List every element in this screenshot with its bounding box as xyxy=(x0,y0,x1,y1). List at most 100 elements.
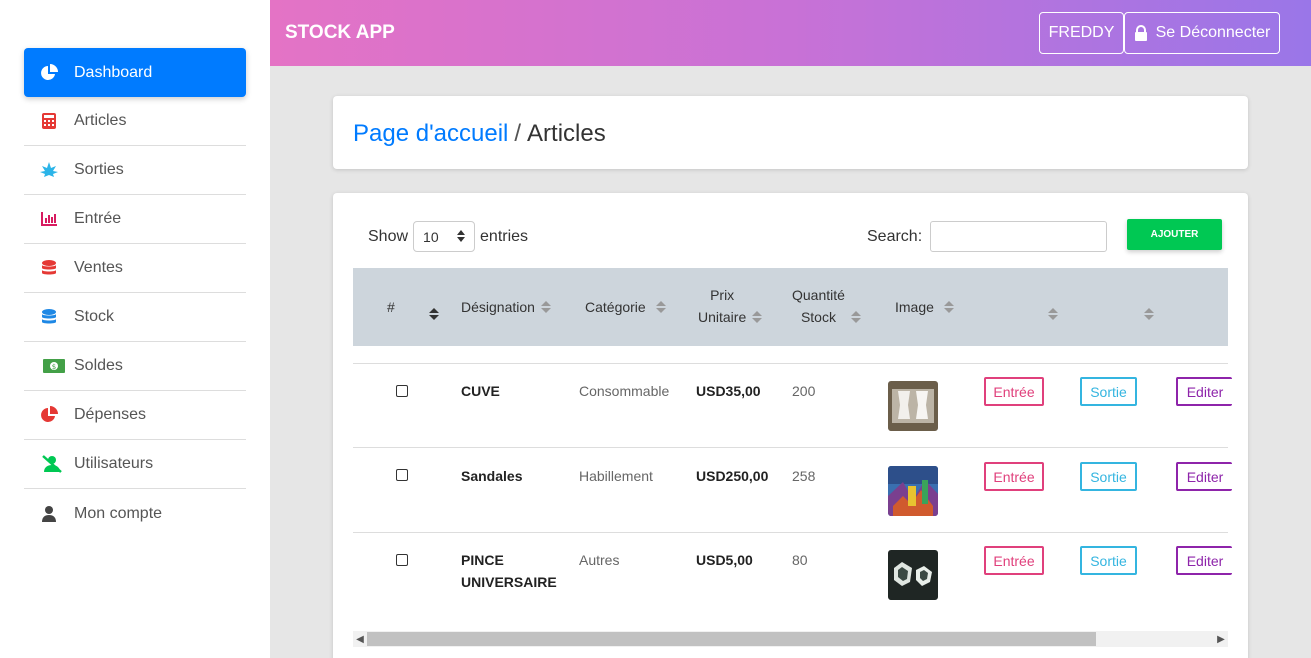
sort-icon xyxy=(752,311,763,323)
entries-value: 10 xyxy=(423,228,439,245)
user-icon xyxy=(24,505,74,522)
article-image xyxy=(888,466,938,516)
table-row: CUVE Consommable USD35,00 200 Entrée Sor… xyxy=(353,364,1232,448)
column-header-entree-action[interactable] xyxy=(1042,308,1058,320)
designation-cell: Sandales xyxy=(461,468,523,484)
row-checkbox[interactable] xyxy=(396,385,408,397)
sidebar-item-label: Dépenses xyxy=(74,406,147,423)
pie-chart-icon xyxy=(24,406,74,424)
editer-button[interactable]: Editer xyxy=(1176,377,1232,406)
entries-select[interactable]: 10 xyxy=(413,221,476,252)
articles-table-card: Show 10 entries Search: AJOUTER # Désign… xyxy=(333,193,1248,658)
show-label: Show xyxy=(368,227,409,245)
top-header: STOCK APP FREDDY Se Déconnecter xyxy=(270,0,1311,66)
editer-button[interactable]: Editer xyxy=(1176,546,1232,575)
quantite-cell: 80 xyxy=(792,552,808,568)
sidebar-item-label: Utilisateurs xyxy=(74,455,154,472)
sortie-button[interactable]: Sortie xyxy=(1080,377,1137,406)
sort-icon xyxy=(1048,308,1058,320)
calculator-icon xyxy=(24,113,74,129)
quantite-cell: 200 xyxy=(792,383,816,399)
prix-cell: USD5,00 xyxy=(696,552,753,568)
sidebar-item-articles[interactable]: Articles xyxy=(24,97,246,146)
column-header-number[interactable]: # xyxy=(387,296,395,318)
bar-chart-icon xyxy=(24,212,74,226)
breadcrumb-home-link[interactable]: Page d'accueil xyxy=(353,120,508,147)
categorie-cell: Habillement xyxy=(579,468,653,484)
entries-label: entries xyxy=(480,227,529,245)
lock-icon xyxy=(1134,25,1148,41)
sidebar-item-stock[interactable]: Stock xyxy=(24,293,246,342)
quantite-cell: 258 xyxy=(792,468,816,484)
user-label: FREDDY xyxy=(1048,24,1115,41)
editer-button[interactable]: Editer xyxy=(1176,462,1232,491)
database-icon xyxy=(24,309,74,325)
breadcrumb-separator: / xyxy=(514,120,522,147)
row-checkbox[interactable] xyxy=(396,469,408,481)
user-slash-icon xyxy=(24,455,74,473)
prix-cell: USD35,00 xyxy=(696,383,761,399)
entree-button[interactable]: Entrée xyxy=(984,377,1044,406)
sidebar-item-entree[interactable]: Entrée xyxy=(24,195,246,244)
column-header-quantite-stock[interactable]: Quantité Stock xyxy=(792,284,861,328)
column-header-categorie[interactable]: Catégorie xyxy=(585,296,666,318)
search-label: Search: xyxy=(867,227,923,245)
column-header-image[interactable]: Image xyxy=(895,296,954,318)
sort-icon xyxy=(655,301,666,313)
row-checkbox[interactable] xyxy=(396,554,408,566)
sidebar-nav: Dashboard Articles Sorties Entrée Ventes xyxy=(24,48,246,538)
entree-button[interactable]: Entrée xyxy=(984,462,1044,491)
add-article-button[interactable]: AJOUTER xyxy=(1127,219,1222,250)
table-header: # Désignation Catégorie Prix Unitaire Qu… xyxy=(353,268,1228,346)
user-button[interactable]: FREDDY xyxy=(1039,12,1124,54)
sidebar-item-label: Ventes xyxy=(74,259,123,276)
select-arrows-icon xyxy=(457,229,466,245)
table-row: Sandales Habillement USD250,00 258 Entré… xyxy=(353,448,1232,533)
sidebar-item-utilisateurs[interactable]: Utilisateurs xyxy=(24,440,246,489)
database-icon xyxy=(24,260,74,276)
breadcrumb-card: Page d'accueil / Articles xyxy=(333,96,1248,169)
column-header-designation[interactable]: Désignation xyxy=(461,296,551,318)
sortie-button[interactable]: Sortie xyxy=(1080,462,1137,491)
sidebar-item-dashboard[interactable]: Dashboard xyxy=(24,48,246,97)
sort-icon[interactable] xyxy=(423,308,439,320)
sidebar-item-ventes[interactable]: Ventes xyxy=(24,244,246,293)
sidebar-item-label: Mon compte xyxy=(74,504,163,522)
sort-icon xyxy=(1144,308,1154,320)
sort-icon xyxy=(943,301,954,313)
horizontal-scrollbar[interactable]: ◀ ▶ xyxy=(353,631,1228,647)
breadcrumb: Page d'accueil / Articles xyxy=(353,120,606,148)
sidebar-item-sorties[interactable]: Sorties xyxy=(24,146,246,195)
logout-button[interactable]: Se Déconnecter xyxy=(1124,12,1280,54)
leaf-icon xyxy=(24,162,74,178)
designation-cell: PINCE UNIVERSAIRE xyxy=(461,552,557,590)
column-header-prix-unitaire[interactable]: Prix Unitaire xyxy=(698,284,763,328)
sidebar-item-label: Soldes xyxy=(74,357,123,374)
article-image xyxy=(888,381,938,431)
sidebar-item-soldes[interactable]: $ Soldes xyxy=(24,342,246,391)
scroll-right-icon[interactable]: ▶ xyxy=(1214,631,1228,647)
categorie-cell: Consommable xyxy=(579,383,670,399)
logout-label: Se Déconnecter xyxy=(1155,24,1271,41)
breadcrumb-current: Articles xyxy=(527,120,606,147)
sort-icon xyxy=(850,311,861,323)
search-control: Search: xyxy=(867,221,1108,252)
sidebar-item-mon-compte[interactable]: Mon compte xyxy=(24,489,246,538)
app-title: STOCK APP xyxy=(285,22,395,43)
sidebar-item-label: Articles xyxy=(74,112,127,129)
table-row: PINCE UNIVERSAIRE Autres USD5,00 80 Entr… xyxy=(353,533,1232,618)
sortie-button[interactable]: Sortie xyxy=(1080,546,1137,575)
entree-button[interactable]: Entrée xyxy=(984,546,1044,575)
search-input[interactable] xyxy=(930,221,1108,252)
categorie-cell: Autres xyxy=(579,552,620,568)
scrollbar-thumb[interactable] xyxy=(367,632,1096,646)
entries-length-control: Show 10 entries xyxy=(368,221,528,252)
designation-cell: CUVE xyxy=(461,383,500,399)
article-image xyxy=(888,550,938,600)
svg-text:$: $ xyxy=(52,363,56,371)
sidebar-item-depenses[interactable]: Dépenses xyxy=(24,391,246,440)
scroll-left-icon[interactable]: ◀ xyxy=(353,631,367,647)
sidebar-item-label: Sorties xyxy=(74,161,124,178)
sidebar-item-label: Dashboard xyxy=(74,63,153,81)
column-header-sortie-action[interactable] xyxy=(1138,308,1154,320)
